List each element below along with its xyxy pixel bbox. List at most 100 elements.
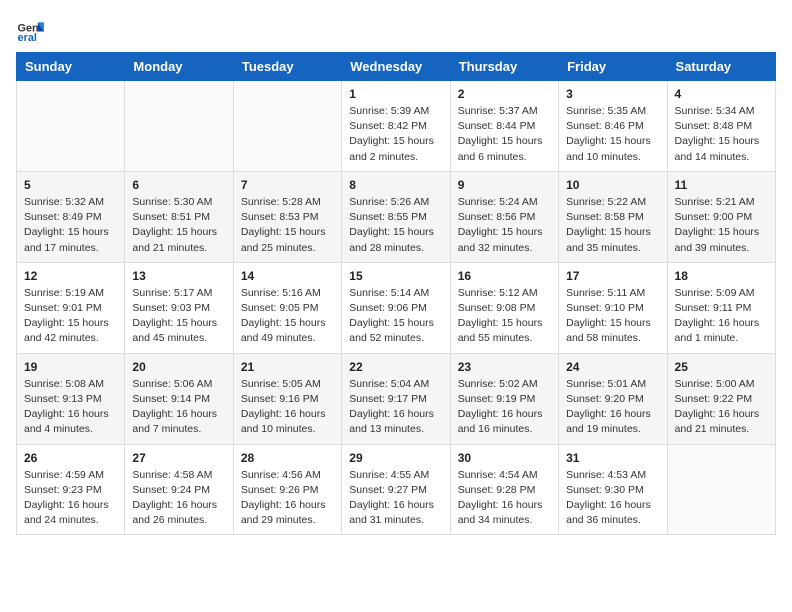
day-info: Sunrise: 5:26 AM Sunset: 8:55 PM Dayligh… (349, 195, 442, 256)
day-number: 23 (458, 360, 551, 374)
day-info: Sunrise: 5:22 AM Sunset: 8:58 PM Dayligh… (566, 195, 659, 256)
calendar-cell: 15Sunrise: 5:14 AM Sunset: 9:06 PM Dayli… (342, 262, 450, 353)
weekday-header: Wednesday (342, 53, 450, 81)
day-info: Sunrise: 5:35 AM Sunset: 8:46 PM Dayligh… (566, 104, 659, 165)
day-info: Sunrise: 5:24 AM Sunset: 8:56 PM Dayligh… (458, 195, 551, 256)
calendar-cell: 19 Sunrise: 5:08 AM Sunset: 9:13 PM Dayli… (17, 353, 125, 444)
calendar-cell: 9Sunrise: 5:24 AM Sunset: 8:56 PM Daylig… (450, 171, 558, 262)
calendar-cell: 31 Sunrise: 4:53 AM Sunset: 9:30 PM Dayli… (559, 444, 667, 535)
svg-text:eral: eral (18, 32, 37, 44)
day-number: 11 (675, 178, 768, 192)
weekday-header: Thursday (450, 53, 558, 81)
day-info: Sunrise: 5:32 AM Sunset: 8:49 PM Dayligh… (24, 195, 117, 256)
calendar-cell: 7 Sunrise: 5:28 AM Sunset: 8:53 PM Daylig… (233, 171, 341, 262)
logo: Gen eral (16, 16, 48, 44)
day-info: Sunrise: 5:12 AM Sunset: 9:08 PM Dayligh… (458, 286, 551, 347)
calendar-cell: 25 Sunrise: 5:00 AM Sunset: 9:22 PM Dayli… (667, 353, 775, 444)
calendar-week-row: 1 Sunrise: 5:39 AM Sunset: 8:42 PM Daylig… (17, 81, 776, 172)
day-info: Sunrise: 5:19 AM Sunset: 9:01 PM Dayligh… (24, 286, 117, 347)
day-number: 14 (241, 269, 334, 283)
day-number: 2 (458, 87, 551, 101)
day-number: 27 (132, 451, 225, 465)
weekday-header: Sunday (17, 53, 125, 81)
weekday-header: Friday (559, 53, 667, 81)
day-info: Sunrise: 5:09 AM Sunset: 9:11 PM Dayligh… (675, 286, 768, 347)
day-number: 21 (241, 360, 334, 374)
calendar-cell: 23 Sunrise: 5:02 AM Sunset: 9:19 PM Dayli… (450, 353, 558, 444)
day-number: 17 (566, 269, 659, 283)
day-number: 25 (675, 360, 768, 374)
calendar-cell: 10 Sunrise: 5:22 AM Sunset: 8:58 PM Dayli… (559, 171, 667, 262)
calendar-cell: 28Sunrise: 4:56 AM Sunset: 9:26 PM Dayli… (233, 444, 341, 535)
calendar-cell: 20 Sunrise: 5:06 AM Sunset: 9:14 PM Dayli… (125, 353, 233, 444)
day-number: 8 (349, 178, 442, 192)
weekday-header: Saturday (667, 53, 775, 81)
calendar-cell: 21 Sunrise: 5:05 AM Sunset: 9:16 PM Dayli… (233, 353, 341, 444)
day-info: Sunrise: 5:17 AM Sunset: 9:03 PM Dayligh… (132, 286, 225, 347)
calendar-cell: 30Sunrise: 4:54 AM Sunset: 9:28 PM Dayli… (450, 444, 558, 535)
day-info: Sunrise: 5:05 AM Sunset: 9:16 PM Dayligh… (241, 377, 334, 438)
day-info: Sunrise: 5:34 AM Sunset: 8:48 PM Dayligh… (675, 104, 768, 165)
calendar-cell: 14 Sunrise: 5:16 AM Sunset: 9:05 PM Dayli… (233, 262, 341, 353)
calendar-cell (125, 81, 233, 172)
day-info: Sunrise: 5:00 AM Sunset: 9:22 PM Dayligh… (675, 377, 768, 438)
day-number: 1 (349, 87, 442, 101)
day-number: 3 (566, 87, 659, 101)
day-number: 19 (24, 360, 117, 374)
day-info: Sunrise: 5:37 AM Sunset: 8:44 PM Dayligh… (458, 104, 551, 165)
day-number: 18 (675, 269, 768, 283)
day-info: Sunrise: 4:53 AM Sunset: 9:30 PM Dayligh… (566, 468, 659, 529)
day-info: Sunrise: 5:14 AM Sunset: 9:06 PM Dayligh… (349, 286, 442, 347)
calendar-cell: 4 Sunrise: 5:34 AM Sunset: 8:48 PM Daylig… (667, 81, 775, 172)
day-number: 7 (241, 178, 334, 192)
calendar-cell: 27 Sunrise: 4:58 AM Sunset: 9:24 PM Dayli… (125, 444, 233, 535)
calendar-week-row: 19 Sunrise: 5:08 AM Sunset: 9:13 PM Dayli… (17, 353, 776, 444)
day-info: Sunrise: 5:16 AM Sunset: 9:05 PM Dayligh… (241, 286, 334, 347)
day-info: Sunrise: 5:21 AM Sunset: 9:00 PM Dayligh… (675, 195, 768, 256)
calendar-cell: 1 Sunrise: 5:39 AM Sunset: 8:42 PM Daylig… (342, 81, 450, 172)
calendar-week-row: 5Sunrise: 5:32 AM Sunset: 8:49 PM Daylig… (17, 171, 776, 262)
day-number: 4 (675, 87, 768, 101)
calendar-cell: 18 Sunrise: 5:09 AM Sunset: 9:11 PM Dayli… (667, 262, 775, 353)
calendar-week-row: 12 Sunrise: 5:19 AM Sunset: 9:01 PM Dayli… (17, 262, 776, 353)
calendar-cell: 22Sunrise: 5:04 AM Sunset: 9:17 PM Dayli… (342, 353, 450, 444)
day-info: Sunrise: 5:02 AM Sunset: 9:19 PM Dayligh… (458, 377, 551, 438)
day-number: 24 (566, 360, 659, 374)
day-info: Sunrise: 5:06 AM Sunset: 9:14 PM Dayligh… (132, 377, 225, 438)
day-number: 26 (24, 451, 117, 465)
day-info: Sunrise: 5:39 AM Sunset: 8:42 PM Dayligh… (349, 104, 442, 165)
day-number: 31 (566, 451, 659, 465)
calendar-cell: 3 Sunrise: 5:35 AM Sunset: 8:46 PM Daylig… (559, 81, 667, 172)
day-info: Sunrise: 5:08 AM Sunset: 9:13 PM Dayligh… (24, 377, 117, 438)
calendar-cell: 12 Sunrise: 5:19 AM Sunset: 9:01 PM Dayli… (17, 262, 125, 353)
calendar-cell (233, 81, 341, 172)
calendar-cell: 16 Sunrise: 5:12 AM Sunset: 9:08 PM Dayli… (450, 262, 558, 353)
day-info: Sunrise: 4:54 AM Sunset: 9:28 PM Dayligh… (458, 468, 551, 529)
day-info: Sunrise: 5:28 AM Sunset: 8:53 PM Dayligh… (241, 195, 334, 256)
day-number: 13 (132, 269, 225, 283)
calendar-cell: 5Sunrise: 5:32 AM Sunset: 8:49 PM Daylig… (17, 171, 125, 262)
calendar-cell (17, 81, 125, 172)
day-info: Sunrise: 5:11 AM Sunset: 9:10 PM Dayligh… (566, 286, 659, 347)
day-number: 29 (349, 451, 442, 465)
calendar-cell: 26Sunrise: 4:59 AM Sunset: 9:23 PM Dayli… (17, 444, 125, 535)
day-info: Sunrise: 5:30 AM Sunset: 8:51 PM Dayligh… (132, 195, 225, 256)
calendar-cell: 8 Sunrise: 5:26 AM Sunset: 8:55 PM Daylig… (342, 171, 450, 262)
logo-icon: Gen eral (16, 16, 44, 44)
calendar-cell: 2 Sunrise: 5:37 AM Sunset: 8:44 PM Daylig… (450, 81, 558, 172)
day-number: 20 (132, 360, 225, 374)
page-header: Gen eral (16, 16, 776, 44)
day-number: 28 (241, 451, 334, 465)
calendar-header-row: SundayMondayTuesdayWednesdayThursdayFrid… (17, 53, 776, 81)
day-info: Sunrise: 4:58 AM Sunset: 9:24 PM Dayligh… (132, 468, 225, 529)
day-number: 22 (349, 360, 442, 374)
day-number: 16 (458, 269, 551, 283)
calendar-cell: 24Sunrise: 5:01 AM Sunset: 9:20 PM Dayli… (559, 353, 667, 444)
weekday-header: Monday (125, 53, 233, 81)
calendar-cell: 6Sunrise: 5:30 AM Sunset: 8:51 PM Daylig… (125, 171, 233, 262)
calendar-cell: 11 Sunrise: 5:21 AM Sunset: 9:00 PM Dayli… (667, 171, 775, 262)
day-number: 10 (566, 178, 659, 192)
day-number: 12 (24, 269, 117, 283)
calendar-cell: 29 Sunrise: 4:55 AM Sunset: 9:27 PM Dayli… (342, 444, 450, 535)
day-info: Sunrise: 4:55 AM Sunset: 9:27 PM Dayligh… (349, 468, 442, 529)
